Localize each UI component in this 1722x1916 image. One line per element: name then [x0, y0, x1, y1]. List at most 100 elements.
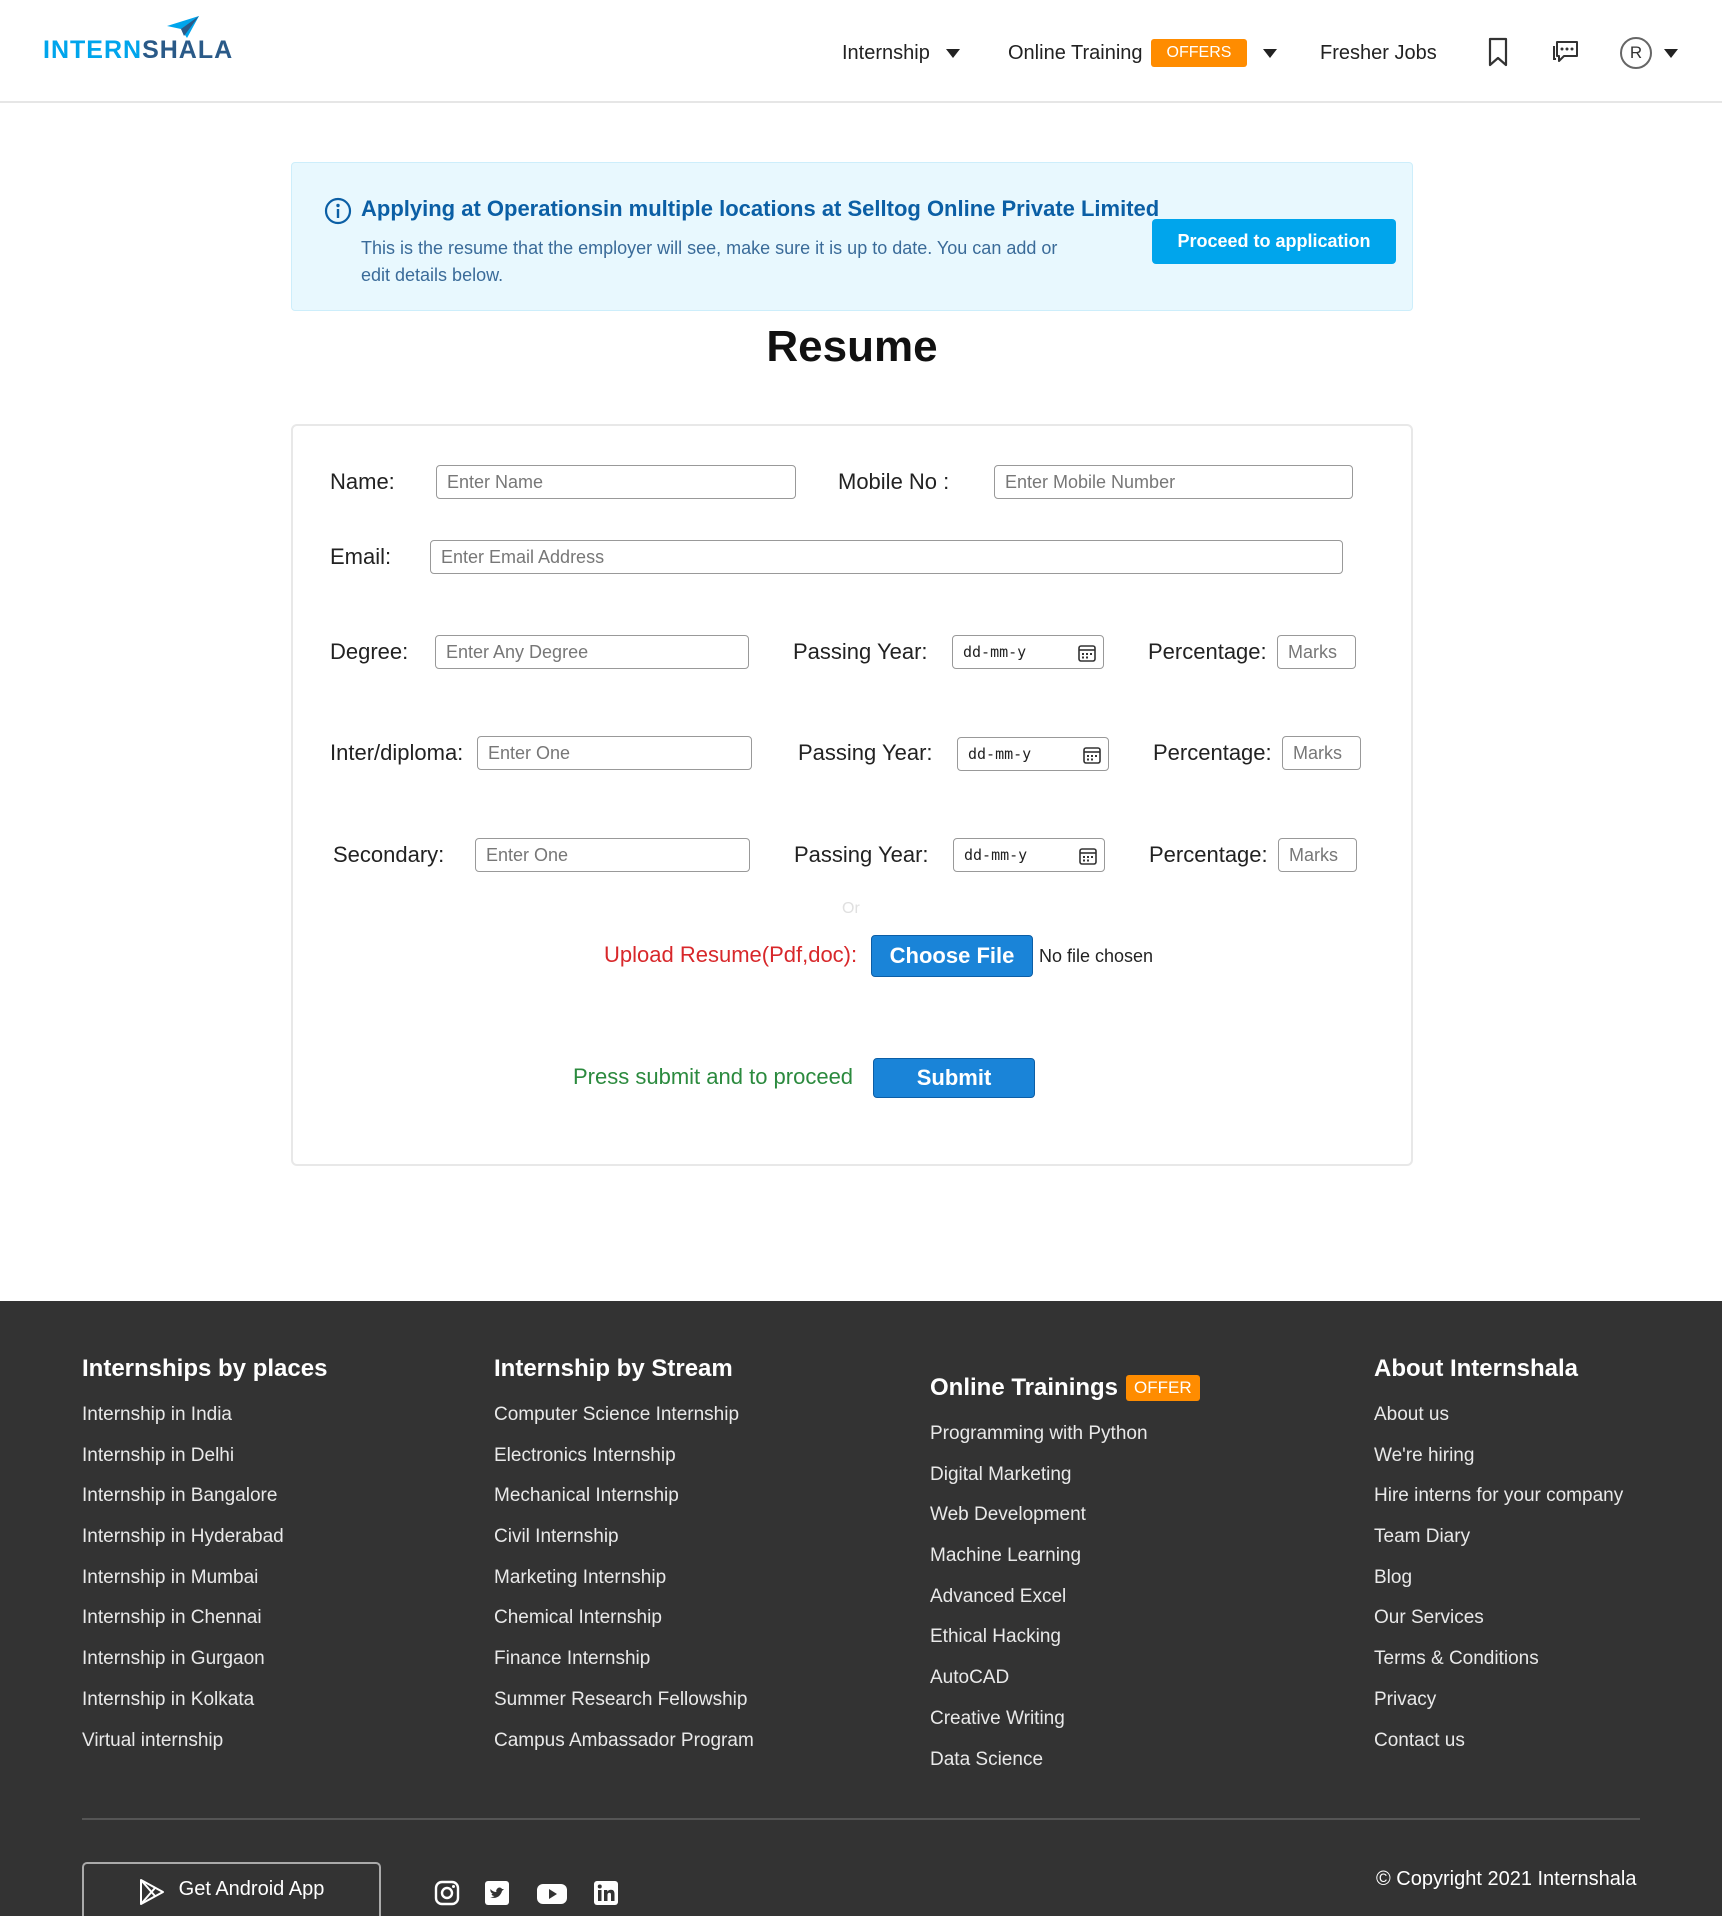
- offer-badge: OFFER: [1126, 1375, 1200, 1401]
- footer-link-stream[interactable]: Chemical Internship: [494, 1604, 754, 1645]
- footer-link-places[interactable]: Internship in Kolkata: [82, 1686, 327, 1727]
- inter-percentage-input[interactable]: Marks: [1282, 736, 1361, 770]
- footer-link-trainings[interactable]: Creative Writing: [930, 1705, 1200, 1746]
- google-play-icon: [139, 1879, 164, 1905]
- name-label: Name:: [330, 469, 395, 494]
- footer-divider: [82, 1818, 1640, 1820]
- footer-heading-places: Internships by places: [82, 1355, 328, 1382]
- footer-link-places[interactable]: Virtual internship: [82, 1727, 327, 1768]
- secondary-passing-year-label: Passing Year:: [794, 842, 929, 867]
- nav-online-training-label: Online Training: [1008, 41, 1143, 64]
- instagram-icon[interactable]: [433, 1879, 461, 1907]
- email-input[interactable]: Enter Email Address: [430, 540, 1343, 574]
- inter-passing-year-label: Passing Year:: [798, 740, 933, 765]
- footer-link-about[interactable]: Privacy: [1374, 1686, 1623, 1727]
- secondary-percentage-input[interactable]: Marks: [1278, 838, 1357, 872]
- footer-link-about[interactable]: Team Diary: [1374, 1523, 1623, 1564]
- calendar-icon[interactable]: [1077, 643, 1097, 663]
- secondary-label: Secondary:: [333, 842, 445, 867]
- footer-link-about[interactable]: Blog: [1374, 1564, 1623, 1605]
- degree-passing-year-label: Passing Year:: [793, 639, 928, 664]
- info-icon: [324, 197, 352, 225]
- footer-link-stream[interactable]: Campus Ambassador Program: [494, 1727, 754, 1768]
- footer-link-places[interactable]: Internship in Hyderabad: [82, 1523, 327, 1564]
- chat-icon[interactable]: [1551, 36, 1581, 68]
- footer-links-about: About us We're hiring Hire interns for you…: [1374, 1401, 1623, 1767]
- degree-input[interactable]: Enter Any Degree: [435, 635, 749, 669]
- date-value: dd-mm-y: [968, 745, 1032, 763]
- footer-link-places[interactable]: Internship in Mumbai: [82, 1564, 327, 1605]
- calendar-icon[interactable]: [1078, 846, 1098, 866]
- footer-link-about[interactable]: Our Services: [1374, 1604, 1623, 1645]
- inter-passing-year-input[interactable]: dd-mm-y: [957, 737, 1109, 771]
- mobile-input[interactable]: Enter Mobile Number: [994, 465, 1353, 499]
- name-input[interactable]: Enter Name: [436, 465, 796, 499]
- secondary-passing-year-input[interactable]: dd-mm-y: [953, 838, 1105, 872]
- chevron-down-icon: [945, 48, 960, 58]
- footer-heading-trainings: Online Trainings OFFER: [930, 1372, 1200, 1404]
- email-label: Email:: [330, 544, 392, 569]
- footer-link-places[interactable]: Internship in Gurgaon: [82, 1645, 327, 1686]
- footer-link-trainings[interactable]: Machine Learning: [930, 1542, 1200, 1583]
- footer-col-trainings: Online Trainings OFFER Programming with …: [930, 1372, 1200, 1786]
- inter-label: Inter/diploma:: [330, 740, 464, 765]
- footer-links-places: Internship in India Internship in Delhi In…: [82, 1401, 327, 1767]
- offers-badge: OFFERS: [1150, 39, 1248, 67]
- footer-link-about[interactable]: Hire interns for your company: [1374, 1482, 1623, 1523]
- twitter-icon[interactable]: [483, 1879, 511, 1907]
- choose-file-button[interactable]: Choose File: [871, 935, 1033, 977]
- youtube-icon[interactable]: [536, 1879, 568, 1907]
- footer-link-about[interactable]: About us: [1374, 1401, 1623, 1442]
- footer-link-trainings[interactable]: Web Development: [930, 1501, 1200, 1542]
- nav-online-training[interactable]: Online Training OFFERS: [1008, 33, 1278, 73]
- inter-percentage-label: Percentage:: [1153, 740, 1272, 765]
- chevron-down-icon[interactable]: [1664, 49, 1678, 58]
- calendar-icon[interactable]: [1082, 745, 1102, 765]
- secondary-input[interactable]: Enter One: [475, 838, 750, 872]
- bookmark-icon[interactable]: [1483, 36, 1513, 68]
- footer-link-stream[interactable]: Mechanical Internship: [494, 1482, 754, 1523]
- footer-links-trainings: Programming with Python Digital Marketing…: [930, 1420, 1200, 1786]
- footer-link-trainings[interactable]: Programming with Python: [930, 1420, 1200, 1461]
- date-value: dd-mm-y: [964, 846, 1028, 864]
- date-value: dd-mm-y: [963, 643, 1027, 661]
- chevron-down-icon: [1263, 48, 1278, 58]
- page-title: Resume: [766, 322, 938, 371]
- upload-resume-label: Upload Resume(Pdf,doc):: [604, 942, 858, 967]
- degree-percentage-input[interactable]: Marks: [1277, 635, 1356, 669]
- footer-link-places[interactable]: Internship in India: [82, 1401, 327, 1442]
- submit-button[interactable]: Submit: [873, 1058, 1035, 1098]
- paper-plane-icon: [167, 16, 199, 38]
- nav-fresher-jobs[interactable]: Fresher Jobs: [1320, 33, 1437, 73]
- footer-link-stream[interactable]: Finance Internship: [494, 1645, 754, 1686]
- footer-link-places[interactable]: Internship in Bangalore: [82, 1482, 327, 1523]
- footer-link-places[interactable]: Internship in Delhi: [82, 1442, 327, 1483]
- degree-label: Degree:: [330, 639, 409, 664]
- footer-link-trainings[interactable]: Ethical Hacking: [930, 1623, 1200, 1664]
- proceed-to-application-button[interactable]: Proceed to application: [1152, 219, 1396, 264]
- footer-link-about[interactable]: Contact us: [1374, 1727, 1623, 1768]
- footer-link-stream[interactable]: Electronics Internship: [494, 1442, 754, 1483]
- footer-link-trainings[interactable]: Advanced Excel: [930, 1583, 1200, 1624]
- get-android-app-button[interactable]: Get Android App: [82, 1862, 381, 1916]
- footer-link-places[interactable]: Internship in Chennai: [82, 1604, 327, 1645]
- footer-link-trainings[interactable]: Digital Marketing: [930, 1461, 1200, 1502]
- inter-input[interactable]: Enter One: [477, 736, 752, 770]
- user-avatar[interactable]: R: [1620, 37, 1652, 69]
- footer-link-about[interactable]: Terms & Conditions: [1374, 1645, 1623, 1686]
- footer-link-stream[interactable]: Marketing Internship: [494, 1564, 754, 1605]
- footer-link-trainings[interactable]: AutoCAD: [930, 1664, 1200, 1705]
- footer-link-trainings[interactable]: Data Science: [930, 1746, 1200, 1787]
- degree-passing-year-input[interactable]: dd-mm-y: [952, 635, 1104, 669]
- banner-title: Applying at Operationsin multiple locati…: [361, 196, 1160, 221]
- footer-heading-trainings-label: Online Trainings: [930, 1374, 1119, 1401]
- footer-link-about[interactable]: We're hiring: [1374, 1442, 1623, 1483]
- footer-link-stream[interactable]: Summer Research Fellowship: [494, 1686, 754, 1727]
- footer-link-stream[interactable]: Computer Science Internship: [494, 1401, 754, 1442]
- linkedin-icon[interactable]: [592, 1879, 620, 1907]
- info-banner: Applying at Operationsin multiple locati…: [291, 162, 1413, 311]
- page-root: INTERNSHALA Internship Online Training O…: [0, 0, 1722, 1916]
- footer-link-stream[interactable]: Civil Internship: [494, 1523, 754, 1564]
- nav-internship[interactable]: Internship: [842, 33, 960, 73]
- internshala-logo[interactable]: INTERNSHALA: [43, 14, 232, 74]
